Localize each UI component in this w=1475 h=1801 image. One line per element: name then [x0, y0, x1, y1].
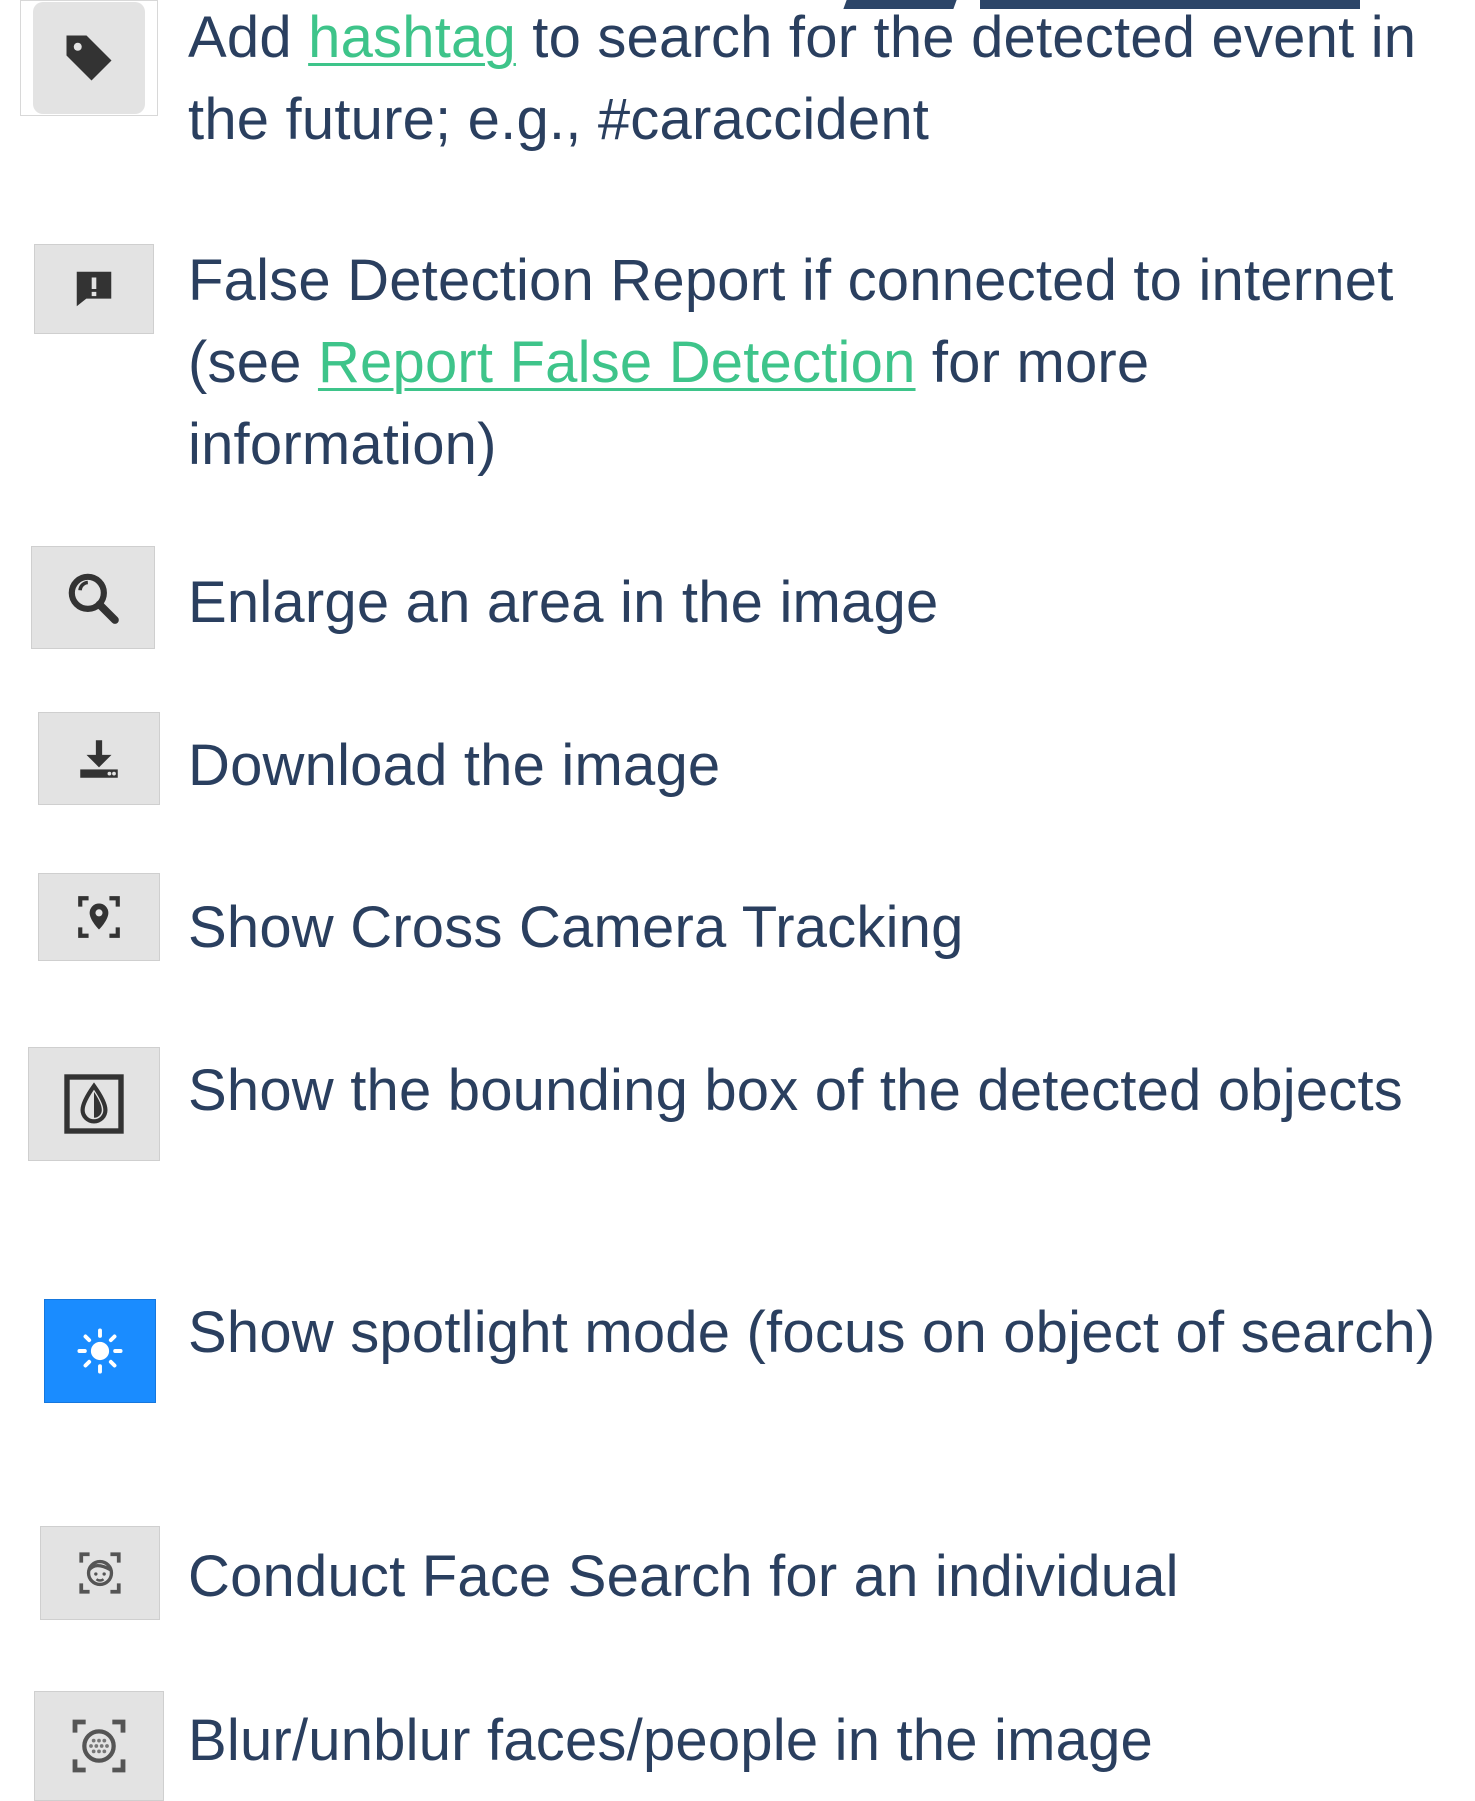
tag-icon[interactable]: [20, 0, 158, 116]
item-text: Show spotlight mode (focus on object of …: [188, 1300, 1436, 1365]
bounding-box-icon[interactable]: [28, 1047, 160, 1161]
report-exclamation-icon[interactable]: [34, 244, 154, 334]
hashtag-link[interactable]: hashtag: [308, 5, 516, 70]
cross-camera-tracking-icon[interactable]: [38, 873, 160, 961]
spotlight-sun-icon[interactable]: [44, 1299, 156, 1403]
blur-face-icon[interactable]: [34, 1691, 164, 1801]
item-text: Show Cross Camera Tracking: [188, 895, 964, 960]
item-text: Blur/unblur faces/people in the image: [188, 1708, 1153, 1773]
item-text: Conduct Face Search for an individual: [188, 1544, 1179, 1609]
magnifier-icon[interactable]: [31, 546, 155, 649]
item-text: Add hashtag to search for the detected e…: [188, 0, 1458, 161]
item-text: Show the bounding box of the detected ob…: [188, 1058, 1403, 1123]
report-false-detection-link[interactable]: Report False Detection: [318, 330, 916, 395]
face-search-icon[interactable]: [40, 1526, 160, 1620]
download-icon[interactable]: [38, 712, 160, 805]
item-text-before: Add: [188, 5, 309, 70]
item-text: Enlarge an area in the image: [188, 570, 939, 635]
item-text: Download the image: [188, 733, 721, 798]
item-text: False Detection Report if connected to i…: [188, 240, 1458, 486]
